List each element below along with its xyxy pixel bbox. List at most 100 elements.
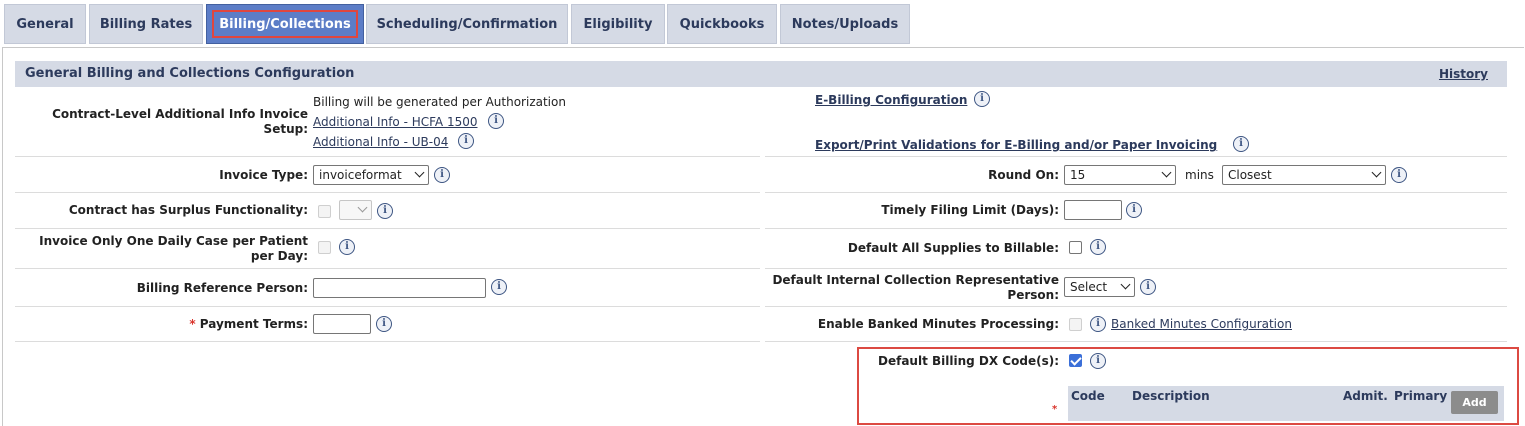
payment-terms-text: Payment Terms: <box>199 317 308 331</box>
tab-label: Scheduling/Confirmation <box>376 16 558 32</box>
dx-codes-checkbox[interactable] <box>1069 354 1082 367</box>
select-value: invoiceformat <box>319 168 402 182</box>
tab-label: Notes/Uploads <box>791 16 899 32</box>
payment-terms-input[interactable] <box>313 314 371 334</box>
info-icon[interactable]: i <box>488 113 504 129</box>
info-icon[interactable]: i <box>458 133 474 149</box>
tab-label: Quickbooks <box>679 16 765 32</box>
tab-notes-uploads[interactable]: Notes/Uploads <box>780 4 910 44</box>
billing-reference-input[interactable] <box>313 278 486 298</box>
tab-quickbooks[interactable]: Quickbooks <box>667 4 777 44</box>
surplus-label: Contract has Surplus Functionality: <box>68 203 308 217</box>
tab-label: General <box>16 16 74 32</box>
info-icon[interactable]: i <box>339 239 355 255</box>
info-glyph: i <box>980 93 984 104</box>
row-divider <box>765 156 1507 157</box>
banked-minutes-label: Enable Banked Minutes Processing: <box>817 317 1059 331</box>
chevron-down-icon <box>357 202 368 213</box>
invoice-type-label: Invoice Type: <box>219 168 308 182</box>
row-divider <box>15 192 760 193</box>
info-glyph: i <box>494 115 498 126</box>
required-mark: * <box>189 317 196 331</box>
tab-general[interactable]: General <box>4 4 86 44</box>
select-value: Closest <box>1228 168 1272 182</box>
tab-eligibility[interactable]: Eligibility <box>571 4 665 44</box>
contract-info-note: Billing will be generated per Authorizat… <box>313 95 566 109</box>
section-title: General Billing and Collections Configur… <box>25 66 355 81</box>
row-divider <box>15 268 760 269</box>
chevron-down-icon <box>1161 167 1172 178</box>
info-glyph: i <box>440 169 444 180</box>
tab-highlight <box>212 10 358 38</box>
round-mode-select[interactable]: Closest <box>1222 165 1386 185</box>
row-divider <box>765 228 1507 229</box>
supplies-billable-checkbox[interactable] <box>1069 241 1082 254</box>
tab-billing-collections[interactable]: Billing/Collections <box>206 4 364 44</box>
tab-label: Eligibility <box>583 16 653 32</box>
info-icon[interactable]: i <box>1090 239 1106 255</box>
additional-info-hcfa-link[interactable]: Additional Info - HCFA 1500 <box>313 115 478 129</box>
collection-rep-label: Default Internal Collection Representati… <box>772 273 1059 302</box>
info-icon[interactable]: i <box>491 279 507 295</box>
row-divider <box>765 268 1507 269</box>
surplus-checkbox[interactable] <box>318 205 331 218</box>
round-on-label: Round On: <box>988 168 1059 182</box>
timely-filing-input[interactable] <box>1064 200 1122 220</box>
info-glyph: i <box>383 205 387 216</box>
info-icon[interactable]: i <box>1391 167 1407 183</box>
info-glyph: i <box>1096 355 1100 366</box>
banked-minutes-checkbox[interactable] <box>1069 318 1082 331</box>
info-glyph: i <box>497 281 501 292</box>
select-value: Select <box>1070 280 1108 294</box>
info-glyph: i <box>1146 281 1150 292</box>
info-glyph: i <box>382 318 386 329</box>
column-admit: Admit. <box>1343 389 1388 403</box>
info-icon[interactable]: i <box>1090 316 1106 332</box>
info-icon[interactable]: i <box>377 203 393 219</box>
banked-minutes-configuration-link[interactable]: Banked Minutes Configuration <box>1111 317 1292 331</box>
chevron-down-icon <box>414 167 425 178</box>
dx-required-mark: * <box>1052 404 1058 415</box>
mins-unit-label: mins <box>1185 168 1214 182</box>
row-divider <box>15 228 760 229</box>
info-icon[interactable]: i <box>1126 202 1142 218</box>
round-on-select[interactable]: 15 <box>1064 165 1176 185</box>
info-icon[interactable]: i <box>1140 279 1156 295</box>
info-icon[interactable]: i <box>434 167 450 183</box>
info-icon[interactable]: i <box>974 91 990 107</box>
info-icon[interactable]: i <box>1233 136 1249 152</box>
timely-filing-label: Timely Filing Limit (Days): <box>881 203 1059 217</box>
payment-terms-label: * Payment Terms: <box>20 317 308 332</box>
dx-codes-table-header: Code Description Admit. Primary Add <box>1068 386 1504 421</box>
collection-rep-select[interactable]: Select <box>1064 277 1135 297</box>
tab-billing-rates[interactable]: Billing Rates <box>89 4 203 44</box>
ebilling-configuration-link[interactable]: E-Billing Configuration <box>815 93 967 107</box>
one-daily-case-label: Invoice Only One Daily Case per Patient … <box>39 234 308 263</box>
tab-scheduling-confirmation[interactable]: Scheduling/Confirmation <box>366 4 568 44</box>
billing-reference-label: Billing Reference Person: <box>136 281 308 295</box>
info-glyph: i <box>1397 169 1401 180</box>
row-divider <box>765 341 1507 342</box>
surplus-select[interactable] <box>339 200 372 220</box>
one-daily-case-checkbox[interactable] <box>318 241 331 254</box>
row-divider <box>15 341 760 342</box>
invoice-type-select[interactable]: invoiceformat <box>313 165 429 185</box>
column-primary: Primary <box>1394 389 1448 403</box>
column-code: Code <box>1071 389 1105 403</box>
row-divider <box>765 192 1507 193</box>
row-divider <box>15 156 760 157</box>
select-value: 15 <box>1070 168 1086 182</box>
history-link[interactable]: History <box>1439 67 1488 81</box>
info-icon[interactable]: i <box>376 316 392 332</box>
additional-info-ub04-link[interactable]: Additional Info - UB-04 <box>313 135 448 149</box>
info-glyph: i <box>1096 318 1100 329</box>
info-glyph: i <box>1239 138 1243 149</box>
section-header: General Billing and Collections Configur… <box>15 61 1507 87</box>
contract-info-label: Contract-Level Additional Info Invoice S… <box>52 107 308 136</box>
supplies-billable-label: Default All Supplies to Billable: <box>847 241 1059 255</box>
tab-label: Billing Rates <box>99 16 193 32</box>
add-dx-code-button[interactable]: Add <box>1451 391 1498 414</box>
export-print-validations-link[interactable]: Export/Print Validations for E-Billing a… <box>815 138 1217 152</box>
row-divider <box>15 306 760 307</box>
info-icon[interactable]: i <box>1090 353 1106 369</box>
